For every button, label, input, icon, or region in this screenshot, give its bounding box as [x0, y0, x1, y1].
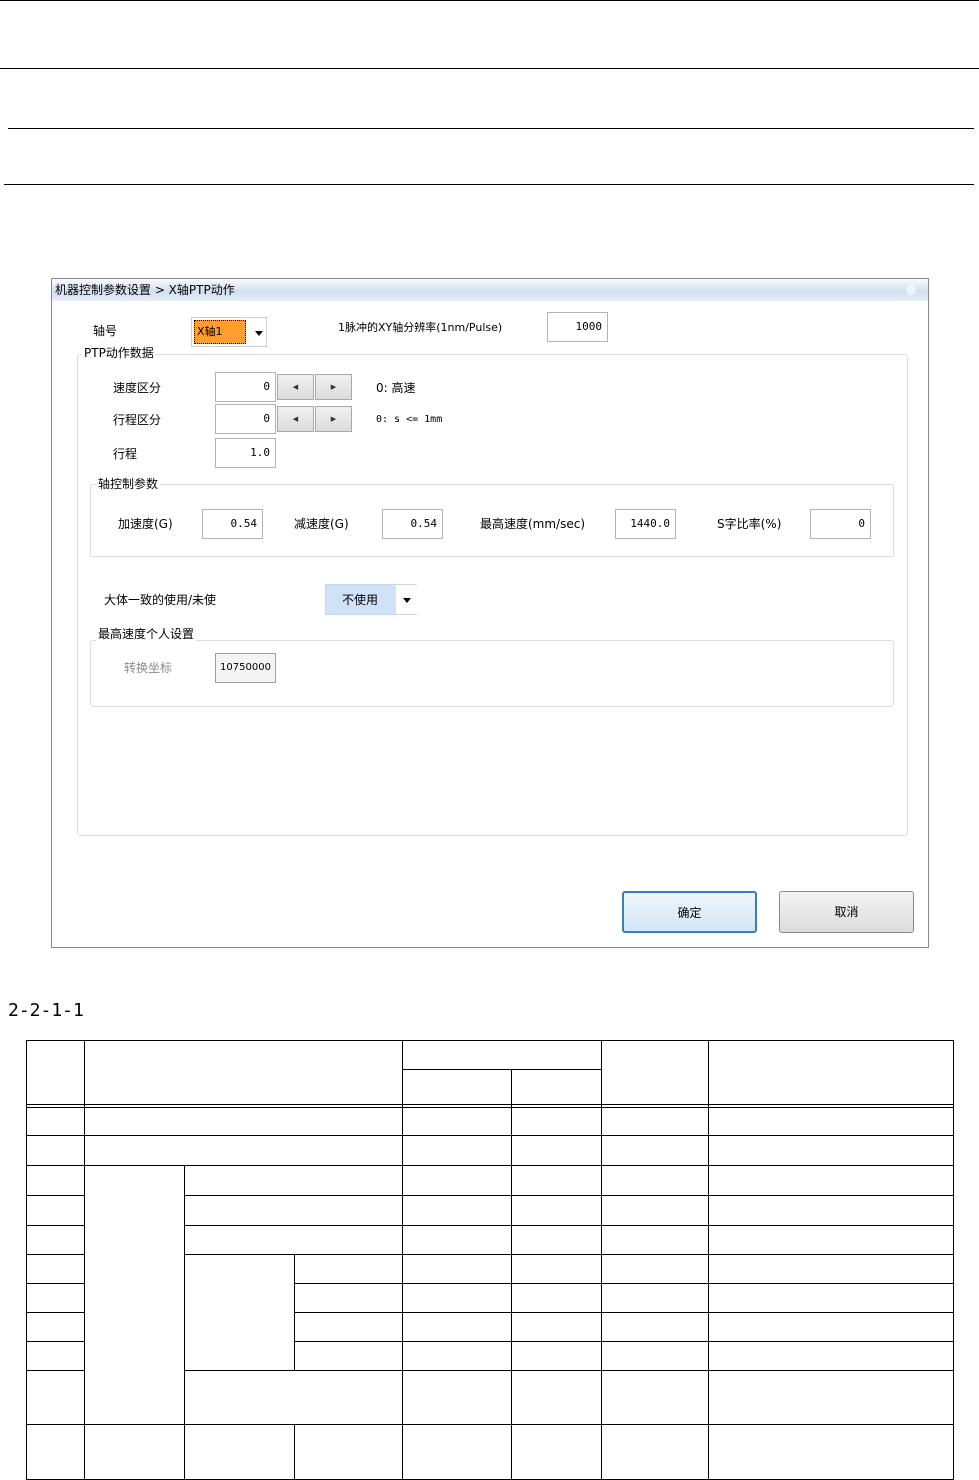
table-row [26, 1195, 84, 1196]
table-rule [402, 1069, 601, 1070]
table-rule [601, 1040, 602, 1480]
table-row [294, 1312, 954, 1313]
dropdown-arrow-icon [255, 331, 263, 336]
parameter-table [26, 1040, 954, 1480]
s-ratio-input[interactable]: 0 [810, 509, 871, 539]
table-rule [708, 1040, 709, 1480]
table-row [26, 1370, 84, 1371]
axis-control-group-title: 轴控制参数 [96, 477, 161, 491]
table-row [26, 1254, 84, 1255]
table-row [26, 1312, 84, 1313]
dialog-title: 机器控制参数设置 > X轴PTP动作 [55, 283, 235, 297]
speed-class-label: 速度区分 [113, 381, 162, 395]
accel-input[interactable]: 0.54 [202, 509, 263, 539]
dropdown-arrow-icon [403, 598, 411, 603]
header-rule-4 [4, 184, 974, 185]
table-rule [26, 1040, 27, 1480]
convert-coord-input: 10750000 [215, 653, 276, 683]
table-rule [511, 1069, 512, 1480]
table-row [184, 1225, 954, 1226]
spin-right-icon[interactable]: ▶ [315, 406, 352, 432]
header-rule-1 [0, 0, 979, 1]
table-row [184, 1254, 954, 1255]
speed-class-input[interactable]: 0 [215, 372, 276, 402]
table-row [26, 1225, 84, 1226]
max-speed-personal-group [90, 640, 894, 707]
speed-class-hint: 0: 高速 [376, 381, 416, 395]
spin-left-icon[interactable]: ◀ [277, 406, 314, 432]
table-rule [294, 1424, 295, 1480]
ptp-settings-dialog: 机器控制参数设置 > X轴PTP动作 轴号 X轴1 1脉冲的XY轴分辨率(1nm… [51, 278, 929, 948]
table-rule [184, 1165, 185, 1480]
stroke-class-label: 行程区分 [113, 413, 162, 427]
dialog-titlebar: 机器控制参数设置 > X轴PTP动作 [52, 279, 928, 301]
table-rule [84, 1040, 85, 1480]
table-row [26, 1424, 954, 1425]
table-rule [294, 1254, 295, 1371]
decel-label: 减速度(G) [294, 517, 349, 531]
spin-left-icon[interactable]: ◀ [277, 374, 314, 400]
stroke-class-input[interactable]: 0 [215, 404, 276, 434]
cancel-button[interactable]: 取消 [779, 891, 914, 933]
ok-button[interactable]: 确定 [622, 891, 757, 933]
stroke-class-hint: 0: s <= 1mm [376, 414, 443, 425]
table-rule [953, 1040, 954, 1480]
table-row [26, 1283, 84, 1284]
rough-use-select[interactable]: 不使用 [325, 584, 417, 615]
header-rule-3 [8, 128, 974, 129]
table-row [294, 1283, 954, 1284]
axis-select[interactable]: X轴1 [191, 317, 267, 347]
table-row [26, 1165, 954, 1166]
table-rule [26, 1107, 954, 1108]
decel-input[interactable]: 0.54 [382, 509, 443, 539]
table-rule [26, 1040, 954, 1041]
table-rule [402, 1040, 403, 1480]
stroke-label: 行程 [113, 447, 138, 461]
stroke-input[interactable]: 1.0 [215, 438, 276, 468]
resolution-label: 1脉冲的XY轴分辨率(1nm/Pulse) [338, 321, 503, 334]
figure-caption: 2-2-1-1 [8, 1000, 84, 1021]
table-row [26, 1341, 84, 1342]
s-ratio-label: S字比率(%) [717, 517, 782, 531]
header-rule-2 [0, 68, 979, 69]
accel-label: 加速度(G) [118, 517, 173, 531]
table-row [184, 1370, 954, 1371]
rough-use-label: 大体一致的使用/未使 [104, 593, 217, 607]
table-rule [26, 1104, 954, 1105]
axis-select-value: X轴1 [194, 320, 246, 344]
max-speed-personal-title: 最高速度个人设置 [96, 627, 197, 641]
max-speed-label: 最高速度(mm/sec) [480, 517, 586, 531]
table-row [294, 1341, 954, 1342]
axis-label: 轴号 [93, 324, 118, 338]
spin-right-icon[interactable]: ▶ [315, 374, 352, 400]
ptp-group-title: PTP动作数据 [82, 346, 156, 360]
max-speed-input[interactable]: 1440.0 [615, 509, 676, 539]
table-row [184, 1195, 954, 1196]
table-row [26, 1135, 954, 1136]
convert-coord-label: 转换坐标 [124, 661, 173, 675]
resolution-input[interactable]: 1000 [547, 312, 608, 342]
close-icon[interactable] [906, 285, 916, 295]
